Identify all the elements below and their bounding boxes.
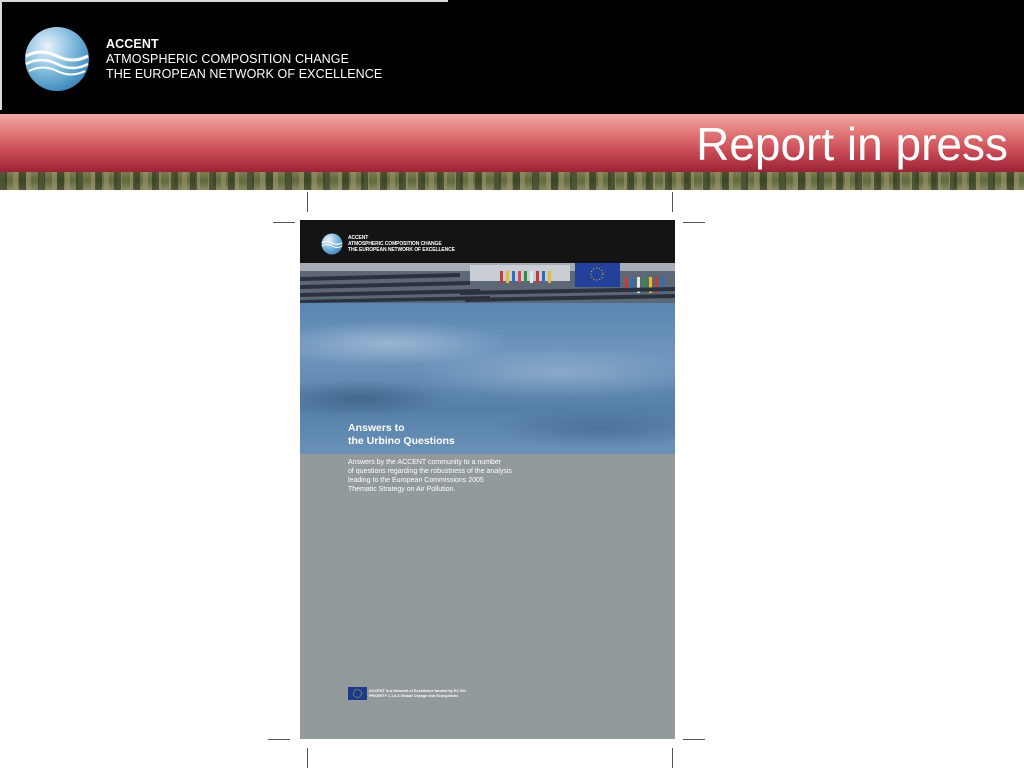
crop-mark-tl-v <box>307 192 308 212</box>
report-description-line-4: Thematic Strategy on Air Pollution. <box>348 486 456 493</box>
cover-globe-waves-icon <box>321 233 343 255</box>
cover-organization-name: ACCENT ATMOSPHERIC COMPOSITION CHANGE TH… <box>348 235 455 253</box>
organization-name: ACCENT ATMOSPHERIC COMPOSITION CHANGE TH… <box>106 37 382 82</box>
report-description-line-3: leading to the European Commissions 2005 <box>348 477 484 484</box>
report-title: Answers to the Urbino Questions <box>348 422 455 448</box>
funding-note-line-2: PRIORITY 1.1.6.3 Global Change and Ecosy… <box>369 694 459 698</box>
slide-title: Report in press <box>696 118 1008 170</box>
org-line-2: ATMOSPHERIC COMPOSITION CHANGE <box>106 52 350 66</box>
org-line-1: ACCENT <box>106 37 159 51</box>
crop-mark-bl-v <box>307 748 308 768</box>
report-title-line-2: the Urbino Questions <box>348 435 455 447</box>
header-bar: ACCENT ATMOSPHERIC COMPOSITION CHANGE TH… <box>0 0 1024 114</box>
org-line-3: THE EUROPEAN NETWORK OF EXCELLENCE <box>106 67 383 81</box>
eu-flag-icon <box>348 687 367 700</box>
funding-note: ACCENT is a Network of Excellence funded… <box>369 689 509 699</box>
crop-mark-bl-h <box>268 739 290 740</box>
report-cover: ACCENT ATMOSPHERIC COMPOSITION CHANGE TH… <box>300 220 675 739</box>
report-title-line-1: Answers to <box>348 422 405 434</box>
header-left-rule <box>0 0 2 110</box>
report-description-line-2: of questions regarding the robustness of… <box>348 468 512 475</box>
globe-waves-icon <box>25 27 89 91</box>
crop-mark-br-h <box>683 739 705 740</box>
parliament-photo <box>300 263 675 303</box>
cover-org-line-3: THE EUROPEAN NETWORK OF EXCELLENCE <box>348 247 455 253</box>
crop-mark-tr-v <box>672 192 673 212</box>
header-top-rule <box>0 0 448 2</box>
foliage-strip <box>0 172 1024 190</box>
report-description: Answers by the ACCENT community to a num… <box>348 458 558 494</box>
crop-mark-tl-h <box>273 222 295 223</box>
report-description-line-1: Answers by the ACCENT community to a num… <box>348 459 502 466</box>
crop-mark-tr-h <box>683 222 705 223</box>
crop-mark-br-v <box>672 748 673 768</box>
